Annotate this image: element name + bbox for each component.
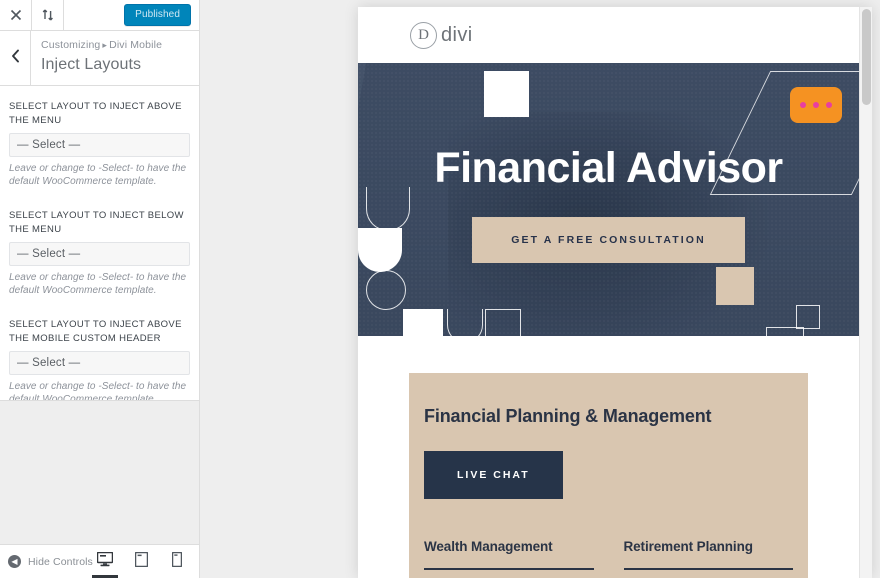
live-chat-button[interactable]: LIVE CHAT (424, 451, 563, 499)
breadcrumb-current: Divi Mobile (109, 39, 163, 51)
panel-header-text: Customizing ▸ Divi Mobile Inject Layouts (31, 31, 199, 85)
layout-select-above-mobile-header[interactable]: — Select — (9, 351, 190, 375)
column-divider (424, 568, 594, 570)
preview-scrollbar[interactable] (859, 7, 872, 578)
mobile-icon (171, 551, 183, 572)
collapse-left-icon: ◀ (8, 555, 21, 568)
financial-planning-section: Financial Planning & Management LIVE CHA… (409, 373, 808, 578)
feature-column-retirement-planning: Retirement Planning Vestibulum ac diam s… (623, 538, 793, 578)
hero-heading: Financial Advisor (434, 144, 783, 192)
customizer-controls-list: SELECT LAYOUT TO INJECT ABOVE THE MENU —… (0, 86, 199, 405)
hero-shape-halfcircle-outline-2 (447, 309, 483, 336)
layout-select-below-menu[interactable]: — Select — (9, 242, 190, 266)
section-heading: Financial Planning & Management (424, 406, 712, 426)
site-header: D divi (358, 7, 859, 63)
column-heading: Wealth Management (424, 539, 553, 554)
control-group-above-menu: SELECT LAYOUT TO INJECT ABOVE THE MENU —… (9, 100, 190, 188)
control-help-text: Leave or change to -Select- to have the … (9, 272, 187, 296)
site-logo[interactable]: D divi (410, 21, 473, 49)
control-label: SELECT LAYOUT TO INJECT BELOW THE MENU (9, 210, 184, 235)
up-down-arrows-icon (41, 8, 55, 22)
tablet-icon (134, 551, 148, 572)
desktop-icon (96, 551, 114, 572)
device-button-mobile[interactable] (167, 545, 187, 578)
device-preview-switcher (92, 545, 193, 578)
control-group-below-menu: SELECT LAYOUT TO INJECT BELOW THE MENU —… (9, 209, 190, 297)
section-spacer (358, 336, 859, 373)
panel-back-button[interactable] (0, 31, 31, 85)
customizer-topbar: Published (0, 0, 199, 31)
column-divider (623, 568, 793, 570)
preview-scrollbar-thumb[interactable] (862, 9, 871, 105)
column-heading: Retirement Planning (623, 539, 753, 554)
feature-column-wealth-management: Wealth Management Vestibulum ac diam sit… (424, 538, 594, 578)
device-button-desktop[interactable] (92, 545, 118, 578)
site-logo-text: divi (441, 23, 473, 46)
hide-controls-button[interactable]: ◀ Hide Controls (8, 555, 93, 568)
close-icon (10, 9, 22, 21)
device-button-tablet[interactable] (131, 545, 151, 578)
customizer-panel-header: Customizing ▸ Divi Mobile Inject Layouts (0, 31, 199, 86)
breadcrumb-separator: ▸ (102, 40, 108, 50)
hide-controls-label: Hide Controls (28, 555, 93, 568)
layout-select-above-menu[interactable]: — Select — (9, 133, 190, 157)
previewed-website: D divi Financial Advisor GET A FREE CONS… (358, 7, 859, 578)
device-toggle-button[interactable] (32, 0, 64, 30)
hero-cta-button[interactable]: GET A FREE CONSULTATION (472, 217, 745, 263)
page-title: Inject Layouts (41, 56, 142, 73)
chat-bubble-button[interactable] (790, 87, 842, 123)
hero-shape-square-white-bottom (403, 309, 443, 336)
hero-shape-tan-square (716, 267, 754, 305)
hero-shape-square-outline-right-b (766, 327, 804, 336)
hero-shape-square-outline-bottom-left (485, 309, 521, 336)
customizer-sidebar: Published Customizing ▸ Divi Mobile Inject… (0, 0, 200, 578)
feature-columns: Wealth Management Vestibulum ac diam sit… (424, 538, 793, 578)
chevron-left-icon (11, 49, 20, 68)
control-label: SELECT LAYOUT TO INJECT ABOVE THE MENU (9, 101, 182, 126)
hero-shape-circle-outline-left (366, 270, 406, 310)
control-label: SELECT LAYOUT TO INJECT ABOVE THE MOBILE… (9, 319, 182, 344)
breadcrumb-prefix: Customizing (41, 39, 101, 51)
hero-content: Financial Advisor GET A FREE CONSULTATIO… (358, 63, 859, 263)
customizer-footer: ◀ Hide Controls (0, 544, 199, 578)
close-customizer-button[interactable] (0, 0, 32, 30)
divi-circle-logo-icon: D (410, 21, 437, 49)
breadcrumb: Customizing ▸ Divi Mobile (41, 38, 199, 52)
control-help-text: Leave or change to -Select- to have the … (9, 163, 187, 187)
control-group-above-mobile-header: SELECT LAYOUT TO INJECT ABOVE THE MOBILE… (9, 318, 190, 406)
hero-shape-square-outline-right-a (796, 305, 820, 329)
sidebar-empty-area (0, 400, 199, 544)
publish-button[interactable]: Published (124, 4, 191, 26)
chat-dot-1 (800, 102, 806, 108)
chat-dot-3 (826, 102, 832, 108)
customizer-app: Published Customizing ▸ Divi Mobile Inject… (0, 0, 880, 578)
hero-section: Financial Advisor GET A FREE CONSULTATIO… (358, 63, 859, 336)
chat-dot-2 (813, 102, 819, 108)
site-preview-frame: D divi Financial Advisor GET A FREE CONS… (358, 7, 872, 578)
